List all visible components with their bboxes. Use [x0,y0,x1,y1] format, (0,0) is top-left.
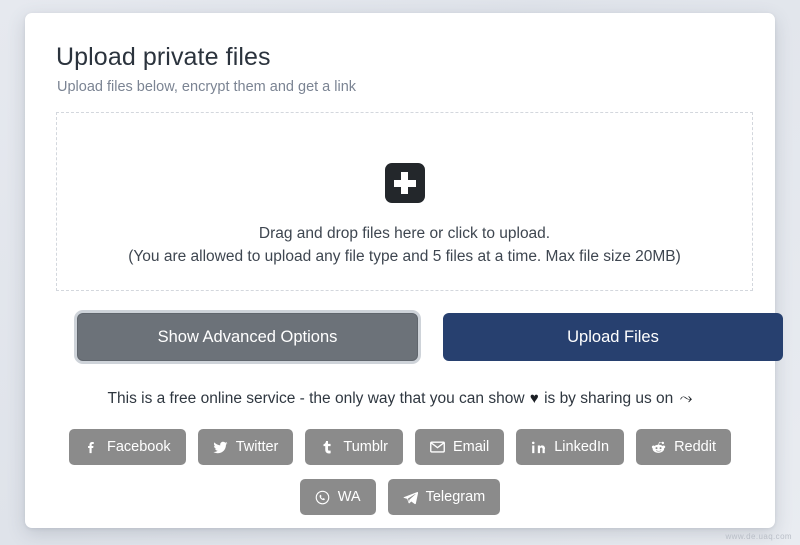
dropzone-instruction-secondary: (You are allowed to upload any file type… [57,248,752,266]
share-twitter-button[interactable]: Twitter [198,429,294,465]
show-advanced-options-button[interactable]: Show Advanced Options [77,313,418,361]
share-email-label: Email [453,440,489,455]
share-whatsapp-label: WA [338,490,361,505]
share-email-button[interactable]: Email [415,429,504,465]
share-facebook-button[interactable]: Facebook [69,429,186,465]
share-reddit-label: Reddit [674,440,716,455]
share-whatsapp-button[interactable]: WA [300,479,376,515]
page-subtitle: Upload files below, encrypt them and get… [57,79,356,95]
share-linkedin-label: LinkedIn [554,440,609,455]
social-share-row-primary: Facebook Twitter Tumblr Email LinkedIn [25,429,775,465]
upload-card: Upload private files Upload files below,… [25,13,775,528]
telegram-icon [403,490,418,505]
share-reddit-button[interactable]: Reddit [636,429,731,465]
plus-square-icon [385,163,425,203]
twitter-icon [213,440,228,455]
share-arrow-icon: ⤳ [680,390,693,407]
share-promo-text-part2: is by sharing us on [544,390,673,407]
watermark: www.de.uaq.com [725,532,792,541]
dropzone-instruction-primary: Drag and drop files here or click to upl… [57,225,752,243]
linkedin-icon [531,440,546,455]
upload-files-button[interactable]: Upload Files [443,313,783,361]
share-facebook-label: Facebook [107,440,171,455]
dropzone-content: Drag and drop files here or click to upl… [57,163,752,266]
share-linkedin-button[interactable]: LinkedIn [516,429,624,465]
share-telegram-button[interactable]: Telegram [388,479,501,515]
heart-icon: ♥ [530,390,539,407]
share-tumblr-label: Tumblr [343,440,388,455]
facebook-icon [84,440,99,455]
share-promo-text-part1: This is a free online service - the only… [108,390,525,407]
social-share-row-secondary: WA Telegram [25,479,775,515]
email-icon [430,440,445,455]
file-dropzone[interactable]: Drag and drop files here or click to upl… [56,112,753,291]
share-promo-text: This is a free online service - the only… [25,390,775,408]
tumblr-icon [320,440,335,455]
reddit-icon [651,440,666,455]
share-tumblr-button[interactable]: Tumblr [305,429,403,465]
share-twitter-label: Twitter [236,440,279,455]
action-button-row: Show Advanced Options Upload Files [51,313,751,368]
whatsapp-icon [315,490,330,505]
share-telegram-label: Telegram [426,490,486,505]
page-title: Upload private files [56,43,271,72]
